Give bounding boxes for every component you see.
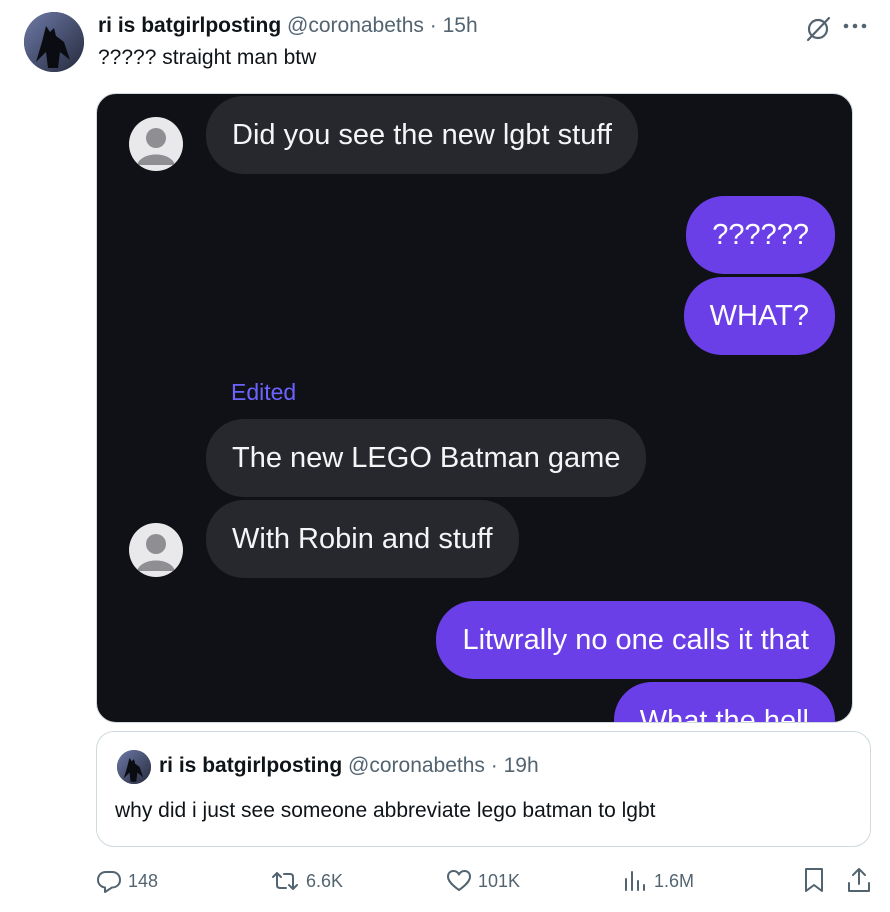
views-button[interactable]: 1.6M xyxy=(622,866,694,896)
person-icon xyxy=(137,128,175,165)
author-handle[interactable]: @coronabeths xyxy=(287,14,424,37)
bookmark-icon[interactable] xyxy=(800,866,828,894)
tweet-timestamp[interactable]: 15h xyxy=(443,14,478,37)
chat-contact-avatar xyxy=(129,117,183,171)
reply-count: 148 xyxy=(128,870,159,891)
reply-icon xyxy=(97,871,121,893)
reply-button[interactable]: 148 xyxy=(96,866,158,896)
quoted-tweet-header: ri is batgirlposting @coronabeths · 19h xyxy=(159,754,539,778)
more-icon[interactable] xyxy=(842,20,868,32)
quoted-author-display-name: ri is batgirlposting xyxy=(159,754,343,777)
like-button[interactable]: 101K xyxy=(446,866,520,896)
repost-button[interactable]: 6.6K xyxy=(270,866,343,896)
tweet-text: ????? straight man btw xyxy=(98,46,317,69)
repost-count: 6.6K xyxy=(306,870,344,891)
header-separator: · xyxy=(429,14,437,37)
edited-label: Edited xyxy=(231,379,297,405)
header-separator: · xyxy=(490,754,498,777)
person-icon xyxy=(137,534,175,571)
repost-icon xyxy=(272,872,298,890)
share-icon[interactable] xyxy=(845,866,873,894)
view-count: 1.6M xyxy=(654,870,695,891)
author-display-name[interactable]: ri is batgirlposting xyxy=(98,14,281,37)
batgirl-silhouette-image xyxy=(117,750,151,784)
chat-contact-avatar xyxy=(129,523,183,577)
like-count: 101K xyxy=(478,870,521,891)
quoted-tweet-text: why did i just see someone abbreviate le… xyxy=(115,799,656,822)
batgirl-silhouette-image xyxy=(24,12,84,72)
chat-message-incoming: Did you see the new lgbt stuff xyxy=(206,96,638,174)
quoted-tweet-timestamp: 19h xyxy=(503,754,539,777)
tweet-media-image[interactable]: Did you see the new lgbt stuff ?????? WH… xyxy=(96,93,853,723)
tweet-header: ri is batgirlposting @coronabeths · 15h xyxy=(98,14,478,38)
chat-message-outgoing: ?????? xyxy=(686,196,835,274)
chat-message-incoming: With Robin and stuff xyxy=(206,500,519,578)
chat-message-outgoing: WHAT? xyxy=(683,277,835,355)
quoted-author-handle: @coronabeths xyxy=(348,754,485,777)
views-icon xyxy=(625,871,645,891)
chat-message-incoming: The new LEGO Batman game xyxy=(206,419,647,497)
grok-icon[interactable] xyxy=(804,15,832,43)
author-avatar[interactable] xyxy=(24,12,84,72)
quoted-tweet[interactable]: ri is batgirlposting @coronabeths · 19h … xyxy=(96,731,871,847)
chat-message-outgoing: Litwrally no one calls it that xyxy=(436,601,835,679)
quoted-author-avatar xyxy=(117,750,151,784)
chat-message-outgoing: What the hell xyxy=(613,682,835,722)
heart-icon xyxy=(447,870,471,891)
